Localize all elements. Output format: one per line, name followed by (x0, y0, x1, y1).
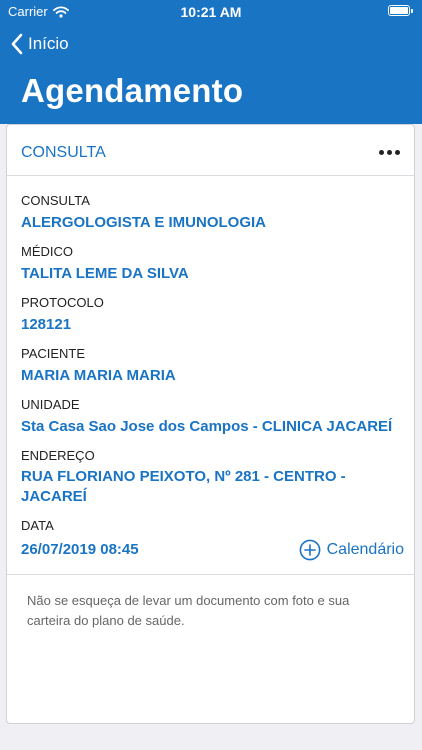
field-label-protocolo: PROTOCOLO (21, 295, 104, 310)
page-title: Agendamento (21, 72, 244, 109)
status-bar: Carrier 10:21 AM (0, 0, 422, 22)
field-label-consulta: CONSULTA (21, 193, 90, 208)
navigation-header: Carrier 10:21 AM Início Agendamento (0, 0, 422, 124)
add-to-calendar-button[interactable]: Calendário (299, 538, 404, 562)
plus-circle-icon (299, 539, 321, 561)
back-button-label: Início (28, 34, 69, 53)
field-label-paciente: PACIENTE (21, 346, 86, 361)
card-header: CONSULTA (7, 125, 414, 176)
field-value-paciente: MARIA MARIA MARIA (21, 367, 176, 384)
more-options-button[interactable] (374, 142, 404, 162)
field-value-endereco: RUA FLORIANO PEIXOTO, Nº 281 - CENTRO - … (21, 468, 346, 505)
field-label-data: DATA (21, 518, 54, 533)
field-value-protocolo: 128121 (21, 316, 72, 333)
card-title: CONSULTA (21, 144, 106, 161)
back-button[interactable]: Início (10, 31, 69, 57)
add-to-calendar-label: Calendário (326, 541, 404, 558)
chevron-left-icon (11, 33, 23, 55)
appointment-card: CONSULTA CONSULTA ALERGOLOGISTA E IMUNOL… (6, 124, 415, 724)
field-value-medico: TALITA LEME DA SILVA (21, 265, 189, 282)
field-label-unidade: UNIDADE (21, 397, 80, 412)
field-value-consulta: ALERGOLOGISTA E IMUNOLOGIA (21, 214, 266, 231)
field-value-data: 26/07/2019 08:45 (21, 541, 139, 558)
field-value-unidade: Sta Casa Sao Jose dos Campos - CLINICA J… (21, 418, 393, 435)
field-label-medico: MÉDICO (21, 244, 73, 259)
reminder-note: Não se esqueça de levar um documento com… (7, 574, 414, 631)
battery-icon (388, 5, 413, 16)
field-label-endereco: ENDEREÇO (21, 448, 95, 463)
more-horizontal-icon (378, 149, 384, 155)
reminder-note-text: Não se esqueça de levar um documento com… (27, 593, 350, 628)
status-time: 10:21 AM (180, 4, 242, 20)
